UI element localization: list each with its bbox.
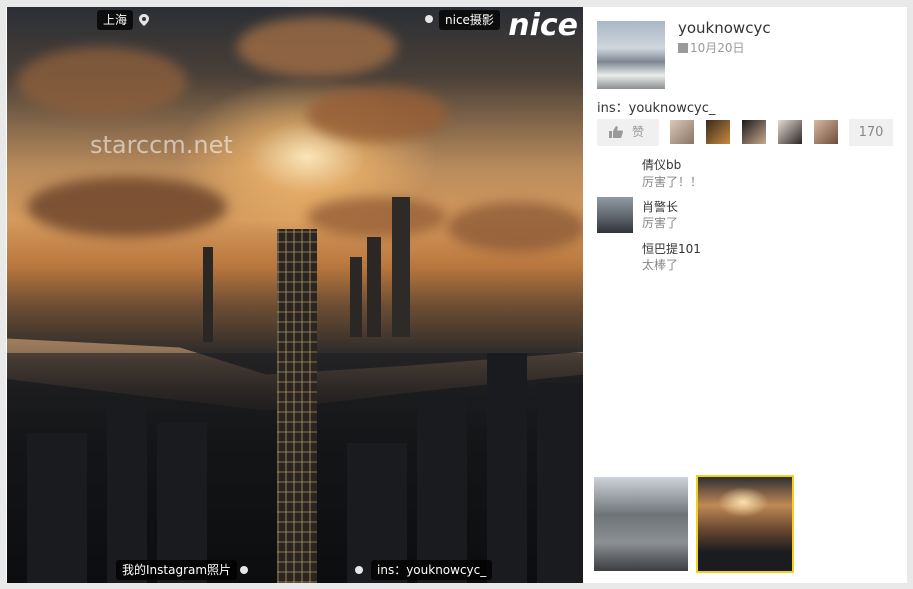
building-shape bbox=[417, 393, 467, 583]
post-date-label: 10月20日 bbox=[690, 41, 745, 55]
building-shape bbox=[537, 383, 583, 583]
tag-dot-icon bbox=[425, 15, 433, 23]
cloud-shape bbox=[27, 177, 227, 237]
ins-tag[interactable]: ins：youknowcyc_ bbox=[371, 560, 493, 580]
author-username[interactable]: youknowcyc bbox=[678, 19, 771, 37]
comment-text: 厉害了！！ bbox=[642, 175, 703, 189]
comment-text: 太棒了 bbox=[642, 258, 679, 272]
instagram-tag-label: 我的Instagram照片 bbox=[122, 563, 232, 577]
location-tag-label: 上海 bbox=[103, 13, 128, 27]
ins-tag-label: ins：youknowcyc_ bbox=[377, 563, 487, 577]
skyscraper-shape bbox=[350, 257, 362, 337]
liker-avatar[interactable] bbox=[814, 120, 838, 144]
tag-dot-icon bbox=[240, 566, 248, 574]
cloud-shape bbox=[237, 17, 397, 77]
scaffold-tower bbox=[277, 229, 317, 583]
like-label: 赞 bbox=[632, 125, 645, 139]
liker-avatar[interactable] bbox=[706, 120, 730, 144]
thumbs-up-icon bbox=[609, 126, 623, 138]
tag-dot-icon bbox=[355, 566, 363, 574]
liker-avatar[interactable] bbox=[670, 120, 694, 144]
brand-tag[interactable]: nice摄影 bbox=[439, 10, 500, 30]
skyscraper-shape bbox=[392, 197, 410, 337]
main-photo[interactable]: starccm.net 上海 nice摄影 nice 我的Instagram照片… bbox=[7, 7, 583, 583]
building-shape bbox=[107, 403, 147, 583]
photo-thumbnail[interactable] bbox=[594, 477, 688, 571]
cloud-shape bbox=[447, 202, 583, 252]
post-date: 10月20日 bbox=[678, 39, 745, 56]
location-pin-icon bbox=[139, 14, 149, 26]
comment-author[interactable]: 恒巴提101 bbox=[642, 240, 701, 257]
comment-text: 厉害了 bbox=[642, 216, 679, 230]
comment-author[interactable]: 倩仪bb bbox=[642, 156, 681, 173]
comment-author[interactable]: 肖警长 bbox=[642, 198, 678, 215]
photo-thumbnail-selected[interactable] bbox=[696, 475, 794, 573]
liker-avatar[interactable] bbox=[778, 120, 802, 144]
building-shape bbox=[27, 433, 87, 583]
instagram-tag[interactable]: 我的Instagram照片 bbox=[116, 560, 238, 580]
building-shape bbox=[487, 353, 527, 583]
skyscraper-shape bbox=[367, 237, 381, 337]
liker-avatar[interactable] bbox=[742, 120, 766, 144]
nice-logo: nice bbox=[508, 8, 578, 43]
cloud-shape bbox=[307, 197, 447, 237]
cloud-shape bbox=[17, 47, 187, 117]
like-button[interactable]: 赞 bbox=[597, 119, 659, 146]
post-caption: ins：youknowcyc_ bbox=[597, 101, 716, 116]
author-avatar[interactable] bbox=[597, 21, 665, 89]
watermark-text: starccm.net bbox=[90, 131, 233, 159]
like-count[interactable]: 170 bbox=[849, 119, 893, 146]
brand-tag-label: nice摄影 bbox=[445, 13, 494, 27]
location-tag[interactable]: 上海 bbox=[97, 10, 134, 30]
commenter-avatar[interactable] bbox=[597, 197, 633, 233]
tv-tower-shape bbox=[203, 247, 213, 342]
cloud-shape bbox=[307, 87, 447, 142]
calendar-icon bbox=[678, 43, 688, 53]
building-shape bbox=[157, 423, 207, 583]
